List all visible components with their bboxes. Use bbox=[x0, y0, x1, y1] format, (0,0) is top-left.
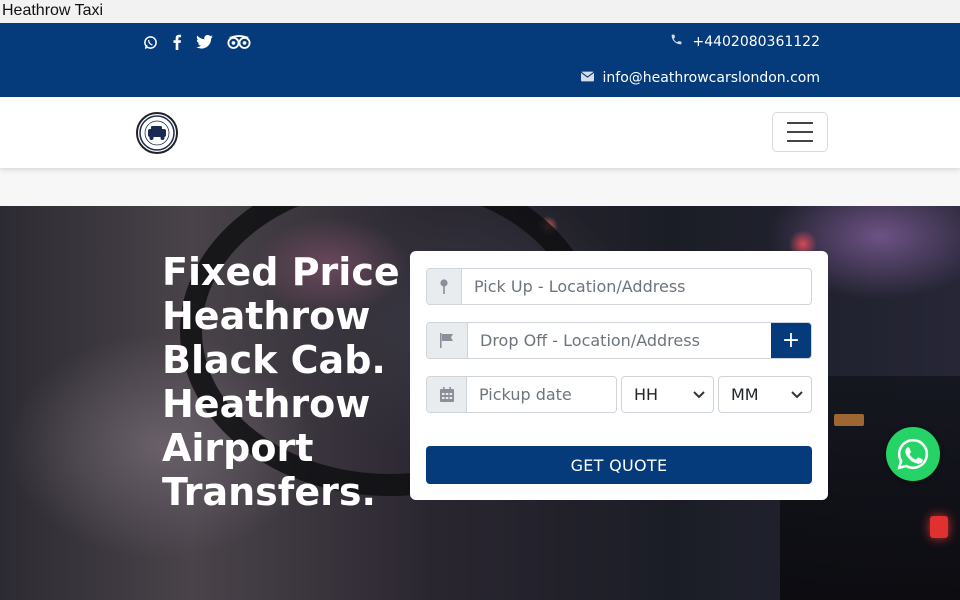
hamburger-line bbox=[787, 140, 813, 142]
phone-icon bbox=[670, 33, 683, 50]
dropoff-input-group: + bbox=[426, 322, 812, 359]
pickup-input[interactable] bbox=[462, 269, 811, 304]
hamburger-line bbox=[787, 131, 813, 133]
email-address: info@heathrowcarslondon.com bbox=[602, 70, 820, 86]
map-pin-icon bbox=[427, 269, 462, 304]
pickup-input-group bbox=[426, 268, 812, 305]
hero-background-light bbox=[930, 516, 948, 538]
whatsapp-icon[interactable] bbox=[143, 33, 158, 51]
hero-title: Fixed Price Heathrow Black Cab. Heathrow… bbox=[162, 250, 400, 514]
whatsapp-icon bbox=[897, 438, 929, 470]
tripadvisor-icon[interactable] bbox=[227, 33, 251, 51]
navbar-spacer bbox=[0, 168, 960, 206]
date-input-group bbox=[426, 376, 617, 413]
pickup-time-row: HH MM bbox=[426, 376, 812, 413]
social-links bbox=[143, 33, 251, 51]
phone-number: +4402080361122 bbox=[692, 33, 820, 50]
add-stop-button[interactable]: + bbox=[771, 323, 811, 358]
facebook-icon[interactable] bbox=[172, 33, 182, 51]
hour-select-value: HH bbox=[634, 385, 659, 404]
twitter-icon[interactable] bbox=[196, 33, 213, 51]
window-title: Heathrow Taxi bbox=[0, 0, 960, 23]
chevron-down-icon bbox=[685, 390, 713, 399]
whatsapp-chat-button[interactable] bbox=[886, 427, 940, 481]
hero-background-detail bbox=[834, 414, 864, 426]
minute-select[interactable]: MM bbox=[718, 376, 812, 413]
dropoff-input[interactable] bbox=[468, 323, 771, 358]
flag-icon bbox=[427, 323, 468, 358]
email-contact[interactable]: info@heathrowcarslondon.com bbox=[580, 70, 820, 86]
pickup-date-input[interactable] bbox=[467, 377, 616, 412]
chevron-down-icon bbox=[783, 390, 811, 399]
site-logo[interactable] bbox=[136, 112, 178, 154]
phone-contact[interactable]: +4402080361122 bbox=[670, 33, 820, 50]
get-quote-button[interactable]: GET QUOTE bbox=[426, 446, 812, 484]
menu-toggle-button[interactable] bbox=[772, 112, 828, 152]
envelope-icon bbox=[580, 70, 594, 86]
hour-select[interactable]: HH bbox=[621, 376, 714, 413]
quote-form: + HH MM GET QUOTE bbox=[410, 251, 828, 500]
hero-section: Fixed Price Heathrow Black Cab. Heathrow… bbox=[0, 206, 960, 600]
top-contact-bar: +4402080361122 info@heathrowcarslondon.c… bbox=[0, 23, 960, 97]
minute-select-value: MM bbox=[731, 385, 759, 404]
calendar-icon bbox=[427, 377, 467, 412]
main-navbar bbox=[0, 97, 960, 168]
hamburger-menu-icon bbox=[787, 122, 813, 124]
